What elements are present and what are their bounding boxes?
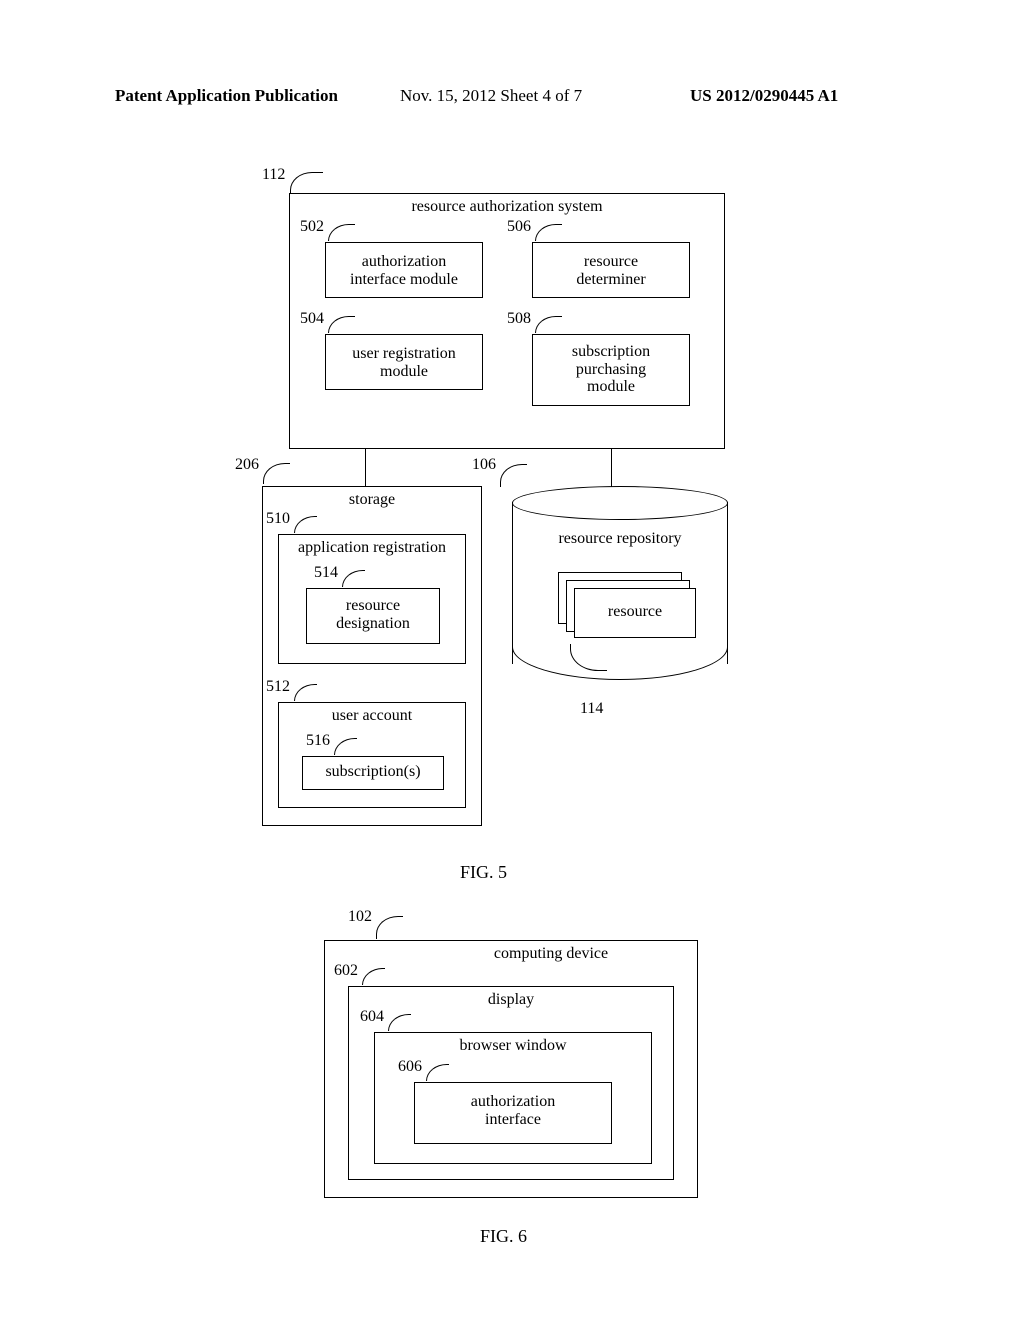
box-user-account: user account bbox=[278, 702, 466, 808]
resource-card-front: resource bbox=[574, 588, 696, 638]
connector-112-to-repo bbox=[611, 449, 612, 488]
header-right: US 2012/0290445 A1 bbox=[690, 86, 838, 106]
box-subscription-purchasing-module: subscription purchasing module bbox=[532, 334, 690, 406]
ref-112: 112 bbox=[262, 166, 285, 184]
lead-106 bbox=[500, 464, 527, 487]
lead-206 bbox=[263, 463, 290, 484]
ref-506: 506 bbox=[507, 218, 531, 236]
lead-112 bbox=[290, 172, 323, 193]
box-subscriptions: subscription(s) bbox=[302, 756, 444, 790]
page: Patent Application Publication Nov. 15, … bbox=[0, 0, 1024, 1320]
label-appreg-title: application registration bbox=[279, 535, 465, 557]
ref-502: 502 bbox=[300, 218, 324, 236]
ref-516: 516 bbox=[306, 732, 330, 750]
header-left: Patent Application Publication bbox=[115, 86, 338, 106]
label-useracct-title: user account bbox=[279, 703, 465, 725]
box-resource-determiner: resource determiner bbox=[532, 242, 690, 298]
figure-5-caption: FIG. 5 bbox=[460, 862, 507, 883]
ref-114: 114 bbox=[580, 700, 603, 718]
ref-206: 206 bbox=[235, 456, 259, 474]
box-authorization-interface: authorization interface bbox=[414, 1082, 612, 1144]
figure-6-caption: FIG. 6 bbox=[480, 1226, 527, 1247]
ref-106: 106 bbox=[472, 456, 496, 474]
ref-606: 606 bbox=[398, 1058, 422, 1076]
ref-508: 508 bbox=[507, 310, 531, 328]
cylinder-resource-repository: resource repository resource bbox=[512, 486, 728, 680]
lead-102 bbox=[376, 916, 403, 939]
ref-512: 512 bbox=[266, 678, 290, 696]
box-resource-designation: resource designation bbox=[306, 588, 440, 644]
ref-602: 602 bbox=[334, 962, 358, 980]
box-user-registration-module: user registration module bbox=[325, 334, 483, 390]
label-storage-title: storage bbox=[263, 487, 481, 509]
ref-504: 504 bbox=[300, 310, 324, 328]
box-authorization-interface-module: authorization interface module bbox=[325, 242, 483, 298]
label-display-title: display bbox=[349, 987, 673, 1009]
ref-510: 510 bbox=[266, 510, 290, 528]
label-ras-title: resource authorization system bbox=[290, 194, 724, 216]
label-repo-title: resource repository bbox=[512, 530, 728, 548]
header-mid: Nov. 15, 2012 Sheet 4 of 7 bbox=[400, 86, 582, 106]
ref-604: 604 bbox=[360, 1008, 384, 1026]
ref-102: 102 bbox=[348, 908, 372, 926]
label-bw-title: browser window bbox=[375, 1033, 651, 1055]
connector-112-to-storage bbox=[365, 449, 366, 486]
label-cd-title: computing device bbox=[325, 941, 697, 963]
ref-514: 514 bbox=[314, 564, 338, 582]
